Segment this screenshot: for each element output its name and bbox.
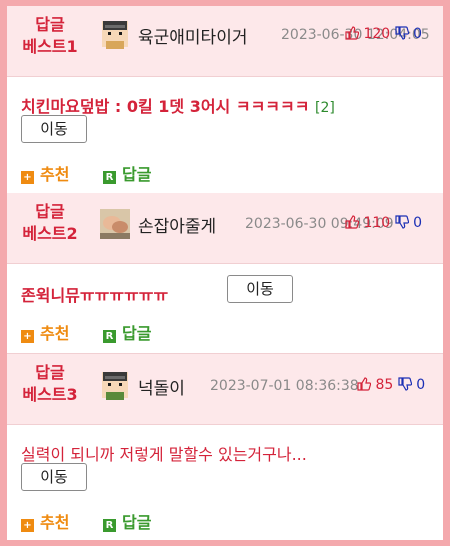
recommend-label: 추천 [40,165,70,184]
nickname[interactable]: 손잡아줄게 [138,212,216,237]
up-count: 85 [375,377,394,393]
reply-header-3: 답글 베스트3 넉돌이 2023-07-01 08:36:38 85 0 [7,354,443,425]
down-count: 0 [416,377,426,393]
reply-button[interactable]: R 답글 [103,161,151,185]
plus-icon: + [21,519,34,532]
rank-label-2: 답글 베스트2 [15,201,85,245]
rank-label-3: 답글 베스트3 [15,362,85,406]
reply-body-1: 치킨마요덮밥 : 0킬 1뎃 3어시 ㅋㅋㅋㅋㅋ [2] 이동 + 추천 R 답글 [7,77,443,191]
reply-text: 치킨마요덮밥 : 0킬 1뎃 3어시 ㅋㅋㅋㅋㅋ [21,97,310,116]
move-button[interactable]: 이동 [21,463,87,491]
up-count: 110 [363,215,391,231]
rank-line2: 베스트3 [22,385,78,404]
plus-icon: + [21,171,34,184]
thumbs-down-icon[interactable] [395,26,409,40]
reply-label: 답글 [122,513,152,532]
thumbs-up-icon[interactable] [345,215,359,229]
rank-line1: 답글 [35,363,65,382]
rank-line1: 답글 [35,202,65,221]
vote-counts: 110 0 [345,215,422,231]
plus-icon: + [21,330,34,343]
reply-icon: R [103,519,116,532]
reply-text: 존윅니뮤ㅠㅠㅠㅠㅠㅠ [21,286,169,305]
vote-counts: 85 0 [357,377,425,393]
thumbs-down-icon[interactable] [395,215,409,229]
reply-label: 답글 [122,324,152,343]
reply-text: 실력이 되니까 저렇게 말할수 있는거구나... [21,445,307,464]
thumbs-down-icon[interactable] [398,377,412,391]
move-button[interactable]: 이동 [21,115,87,143]
reply-count[interactable]: [2] [315,100,335,116]
reply-icon: R [103,171,116,184]
reply-content: 치킨마요덮밥 : 0킬 1뎃 3어시 ㅋㅋㅋㅋㅋ [2] [21,93,335,117]
thumbs-up-icon[interactable] [345,26,359,40]
recommend-button[interactable]: + 추천 [21,320,69,344]
reply-button[interactable]: R 답글 [103,509,151,533]
down-count: 0 [413,26,423,42]
reply-body-3: 실력이 되니까 저렇게 말할수 있는거구나... 이동 + 추천 R 답글 [7,425,443,540]
reply-button[interactable]: R 답글 [103,320,151,344]
move-button[interactable]: 이동 [227,275,293,303]
nickname[interactable]: 육군애미타이거 [138,23,247,48]
rank-line2: 베스트1 [22,37,78,56]
avatar[interactable] [100,209,130,239]
reply-header-2: 답글 베스트2 손잡아줄게 2023-06-30 09:49:09 110 0 [7,193,443,264]
reply-body-2: 존윅니뮤ㅠㅠㅠㅠㅠㅠ 이동 + 추천 R 답글 [7,264,443,354]
reply-header-1: 답글 베스트1 육군애미타이거 2023-06-30 12:04:05 120 … [7,6,443,77]
recommend-button[interactable]: + 추천 [21,161,69,185]
rank-line1: 답글 [35,15,65,34]
post-datetime: 2023-07-01 08:36:38 [210,378,359,394]
rank-line2: 베스트2 [22,224,78,243]
nickname[interactable]: 넉돌이 [138,374,185,399]
avatar[interactable] [100,370,130,400]
avatar[interactable] [100,19,130,49]
recommend-button[interactable]: + 추천 [21,509,69,533]
reply-label: 답글 [122,165,152,184]
vote-counts: 120 0 [345,26,422,42]
recommend-label: 추천 [40,324,70,343]
recommend-label: 추천 [40,513,70,532]
best-replies-panel: 답글 베스트1 육군애미타이거 2023-06-30 12:04:05 120 … [7,6,443,540]
up-count: 120 [363,26,391,42]
rank-label-1: 답글 베스트1 [15,14,85,58]
thumbs-up-icon[interactable] [357,377,371,391]
reply-icon: R [103,330,116,343]
down-count: 0 [413,215,423,231]
